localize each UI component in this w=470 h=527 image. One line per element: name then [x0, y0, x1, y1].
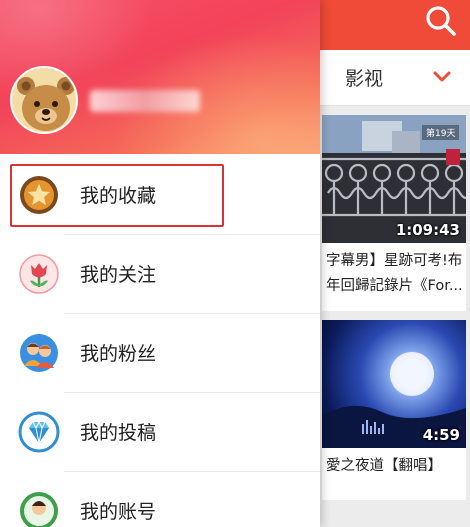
menu-item-label: 我的收藏 [80, 185, 157, 207]
video-corner-tag: 第19天 [422, 125, 460, 140]
chevron-down-icon[interactable] [433, 70, 451, 84]
star-icon [20, 176, 58, 214]
video-title-line: 字幕男】星跡可考!布 [326, 253, 463, 269]
bear-avatar-icon [12, 68, 76, 132]
diamond-icon [18, 411, 60, 453]
video-duration: 1:09:43 [395, 221, 460, 239]
search-icon [426, 6, 456, 36]
tulip-icon [19, 254, 59, 294]
video-duration: 4:59 [422, 426, 460, 444]
tab-film[interactable]: 影视 [345, 64, 383, 91]
drawer-header [0, 0, 320, 154]
menu-item-label: 我的投稿 [80, 422, 157, 444]
menu-item-fans[interactable]: 我的粉丝 [0, 314, 320, 393]
video-thumbnail: 第19天 1:09:43 [322, 115, 466, 243]
avatar[interactable] [10, 66, 78, 134]
menu-item-posts[interactable]: 我的投稿 [0, 393, 320, 472]
menu-item-label: 我的关注 [80, 264, 157, 286]
username-blurred [90, 90, 200, 112]
menu-item-follows[interactable]: 我的关注 [0, 235, 320, 314]
video-card[interactable]: 4:59 愛之夜道【翻唱】 [322, 320, 466, 500]
video-title: 字幕男】星跡可考!布 年回歸記錄片《For... [326, 249, 466, 299]
menu-item-account[interactable]: 我的账号 [0, 472, 320, 527]
user-icon [20, 492, 58, 527]
menu-item-label: 我的账号 [80, 501, 157, 523]
navigation-drawer: 我的收藏 我的关注 我的粉丝 我的投稿 我的账号 [0, 0, 320, 527]
menu-item-favorites[interactable]: 我的收藏 [0, 156, 320, 235]
menu-item-label: 我的粉丝 [80, 343, 157, 365]
search-button[interactable] [421, 2, 461, 42]
video-card[interactable]: 第19天 1:09:43 字幕男】星跡可考!布 年回歸記錄片《For... [322, 115, 466, 311]
video-title-line: 年回歸記錄片《For... [326, 278, 463, 294]
video-title-line: 愛之夜道【翻唱】 [326, 458, 442, 474]
people-icon [20, 334, 58, 372]
video-title: 愛之夜道【翻唱】 [326, 454, 466, 479]
video-thumbnail: 4:59 [322, 320, 466, 448]
